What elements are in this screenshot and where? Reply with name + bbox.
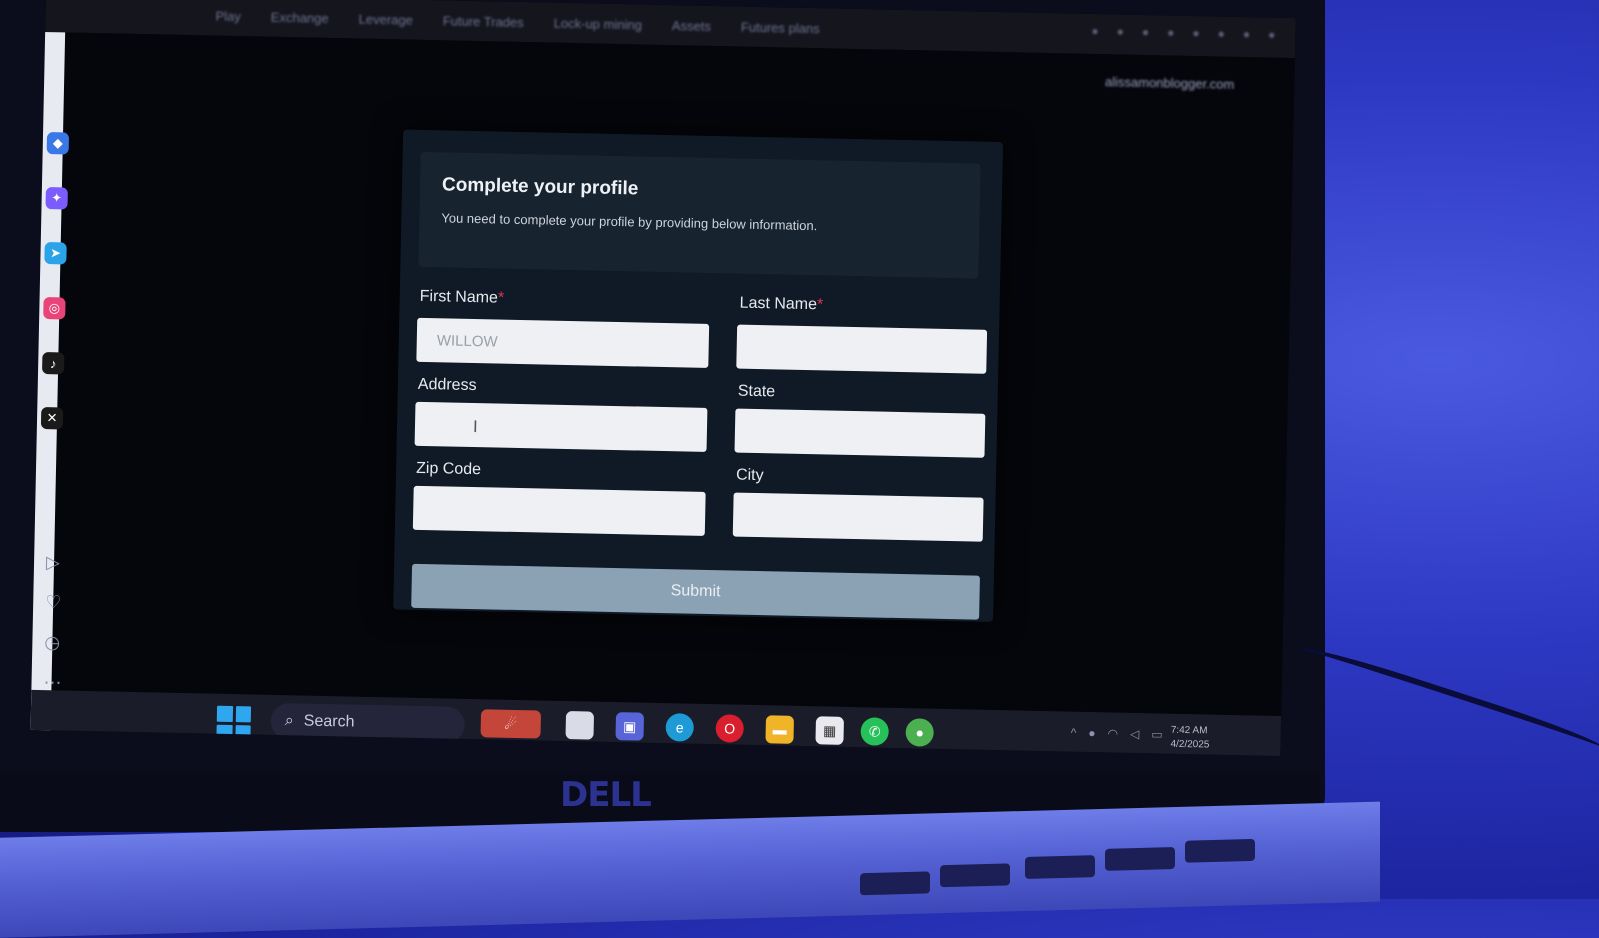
text-cursor-icon: I	[472, 417, 478, 437]
keyboard-key	[1185, 838, 1255, 863]
first-name-label-text: First Name	[419, 287, 499, 307]
extension-icon[interactable]: ●	[1192, 26, 1200, 40]
chevron-up-icon[interactable]: ^	[1071, 726, 1077, 740]
tiktok-icon[interactable]: ♪	[41, 352, 65, 375]
keyboard-key	[1025, 855, 1095, 879]
extension-icon[interactable]: ●	[1117, 24, 1125, 38]
store-icon[interactable]: ▦	[815, 716, 844, 745]
nav-item-future-trades[interactable]: Future Trades	[443, 13, 524, 30]
browser-toolbar-icons: ● ● ● ● ● ● ● ●	[1091, 24, 1275, 42]
extension-icon[interactable]: ●	[1217, 27, 1225, 41]
search-icon: ⌕	[284, 712, 294, 730]
taskbar-clock[interactable]: 7:42 AM 4/2/2025	[1170, 724, 1210, 753]
nav-item-assets[interactable]: Assets	[672, 18, 711, 34]
extension-icon[interactable]: ●	[1142, 25, 1150, 39]
wifi-icon[interactable]: ◠	[1107, 726, 1118, 740]
nav-item-exchange[interactable]: Exchange	[271, 9, 329, 25]
task-view-icon[interactable]	[565, 711, 595, 740]
tray-app-icon[interactable]: ●	[1088, 726, 1096, 740]
search-label: Search	[303, 712, 355, 731]
state-label: State	[737, 382, 776, 401]
nav-item-futures-plans[interactable]: Futures plans	[741, 19, 820, 36]
city-field[interactable]	[732, 492, 984, 542]
zip-code-field[interactable]	[412, 485, 706, 536]
submit-button[interactable]: Submit	[411, 563, 980, 620]
required-marker: *	[497, 289, 505, 307]
start-tile	[216, 705, 233, 722]
sidebar-app-icon[interactable]: ◆	[46, 132, 70, 155]
keyboard-key	[940, 863, 1010, 888]
dell-logo: DELL	[560, 775, 652, 815]
last-name-label-text: Last Name	[739, 294, 818, 314]
file-explorer-icon[interactable]: ▬	[765, 715, 795, 744]
telegram-icon[interactable]: ➤	[44, 242, 67, 265]
play-icon[interactable]: ▷	[46, 552, 60, 573]
state-field[interactable]	[734, 408, 986, 458]
opera-icon[interactable]: O	[715, 714, 745, 743]
system-tray: ^ ● ◠ ◁ ▭	[1071, 726, 1163, 742]
city-label: City	[735, 466, 764, 485]
clock-icon[interactable]: ◷	[44, 632, 60, 653]
required-marker: *	[816, 296, 824, 314]
profile-card-header: Complete your profile You need to comple…	[418, 151, 981, 279]
messenger-icon[interactable]: ✦	[45, 187, 68, 210]
profile-card: Complete your profile You need to comple…	[393, 129, 1004, 622]
web-page: alissamonblogger.com ◆ ✦ ➤ ◎ ♪ ✕ ▷ ♡ ◷ ⋯…	[30, 31, 1295, 757]
last-name-label: Last Name*	[739, 295, 823, 315]
account-email[interactable]: alissamonblogger.com	[1105, 74, 1235, 92]
instagram-icon[interactable]: ◎	[43, 297, 66, 320]
battery-icon[interactable]: ▭	[1151, 727, 1163, 741]
clock-date: 4/2/2025	[1170, 738, 1210, 751]
first-name-field[interactable]	[416, 317, 710, 368]
extension-icon[interactable]: ●	[1268, 28, 1276, 42]
edge-icon[interactable]: e	[665, 713, 695, 742]
keyboard-key	[860, 871, 930, 896]
laptop-screen: Play Exchange Leverage Future Trades Loc…	[30, 0, 1296, 757]
extension-icon[interactable]: ●	[1091, 24, 1099, 38]
page-subtitle: You need to complete your profile by pro…	[441, 210, 818, 234]
x-icon[interactable]: ✕	[40, 406, 64, 430]
last-name-field[interactable]	[736, 324, 988, 374]
clock-time: 7:42 AM	[1170, 724, 1208, 737]
address-field[interactable]	[414, 401, 708, 452]
nav-item-leverage[interactable]: Leverage	[358, 11, 413, 27]
power-cable	[1294, 641, 1599, 759]
volume-icon[interactable]: ◁	[1130, 727, 1140, 741]
address-label: Address	[417, 375, 477, 395]
keyboard-key	[1105, 847, 1175, 871]
meet-icon[interactable]: ▣	[615, 712, 645, 741]
nav-item-play[interactable]: Play	[215, 8, 241, 24]
app-icon[interactable]: ●	[905, 718, 934, 747]
extension-icon[interactable]: ●	[1167, 25, 1175, 39]
widgets-icon[interactable]: ☄	[480, 709, 542, 739]
address-field-wrap: I	[414, 401, 708, 452]
whatsapp-icon[interactable]: ✆	[860, 717, 889, 746]
first-name-label: First Name*	[420, 288, 505, 308]
page-title: Complete your profile	[441, 174, 639, 200]
start-tile	[235, 706, 252, 722]
extension-icon[interactable]: ●	[1243, 27, 1251, 41]
zip-code-label: Zip Code	[415, 459, 482, 479]
heart-icon[interactable]: ♡	[45, 592, 62, 613]
nav-item-lock-up-mining[interactable]: Lock-up mining	[554, 15, 642, 32]
